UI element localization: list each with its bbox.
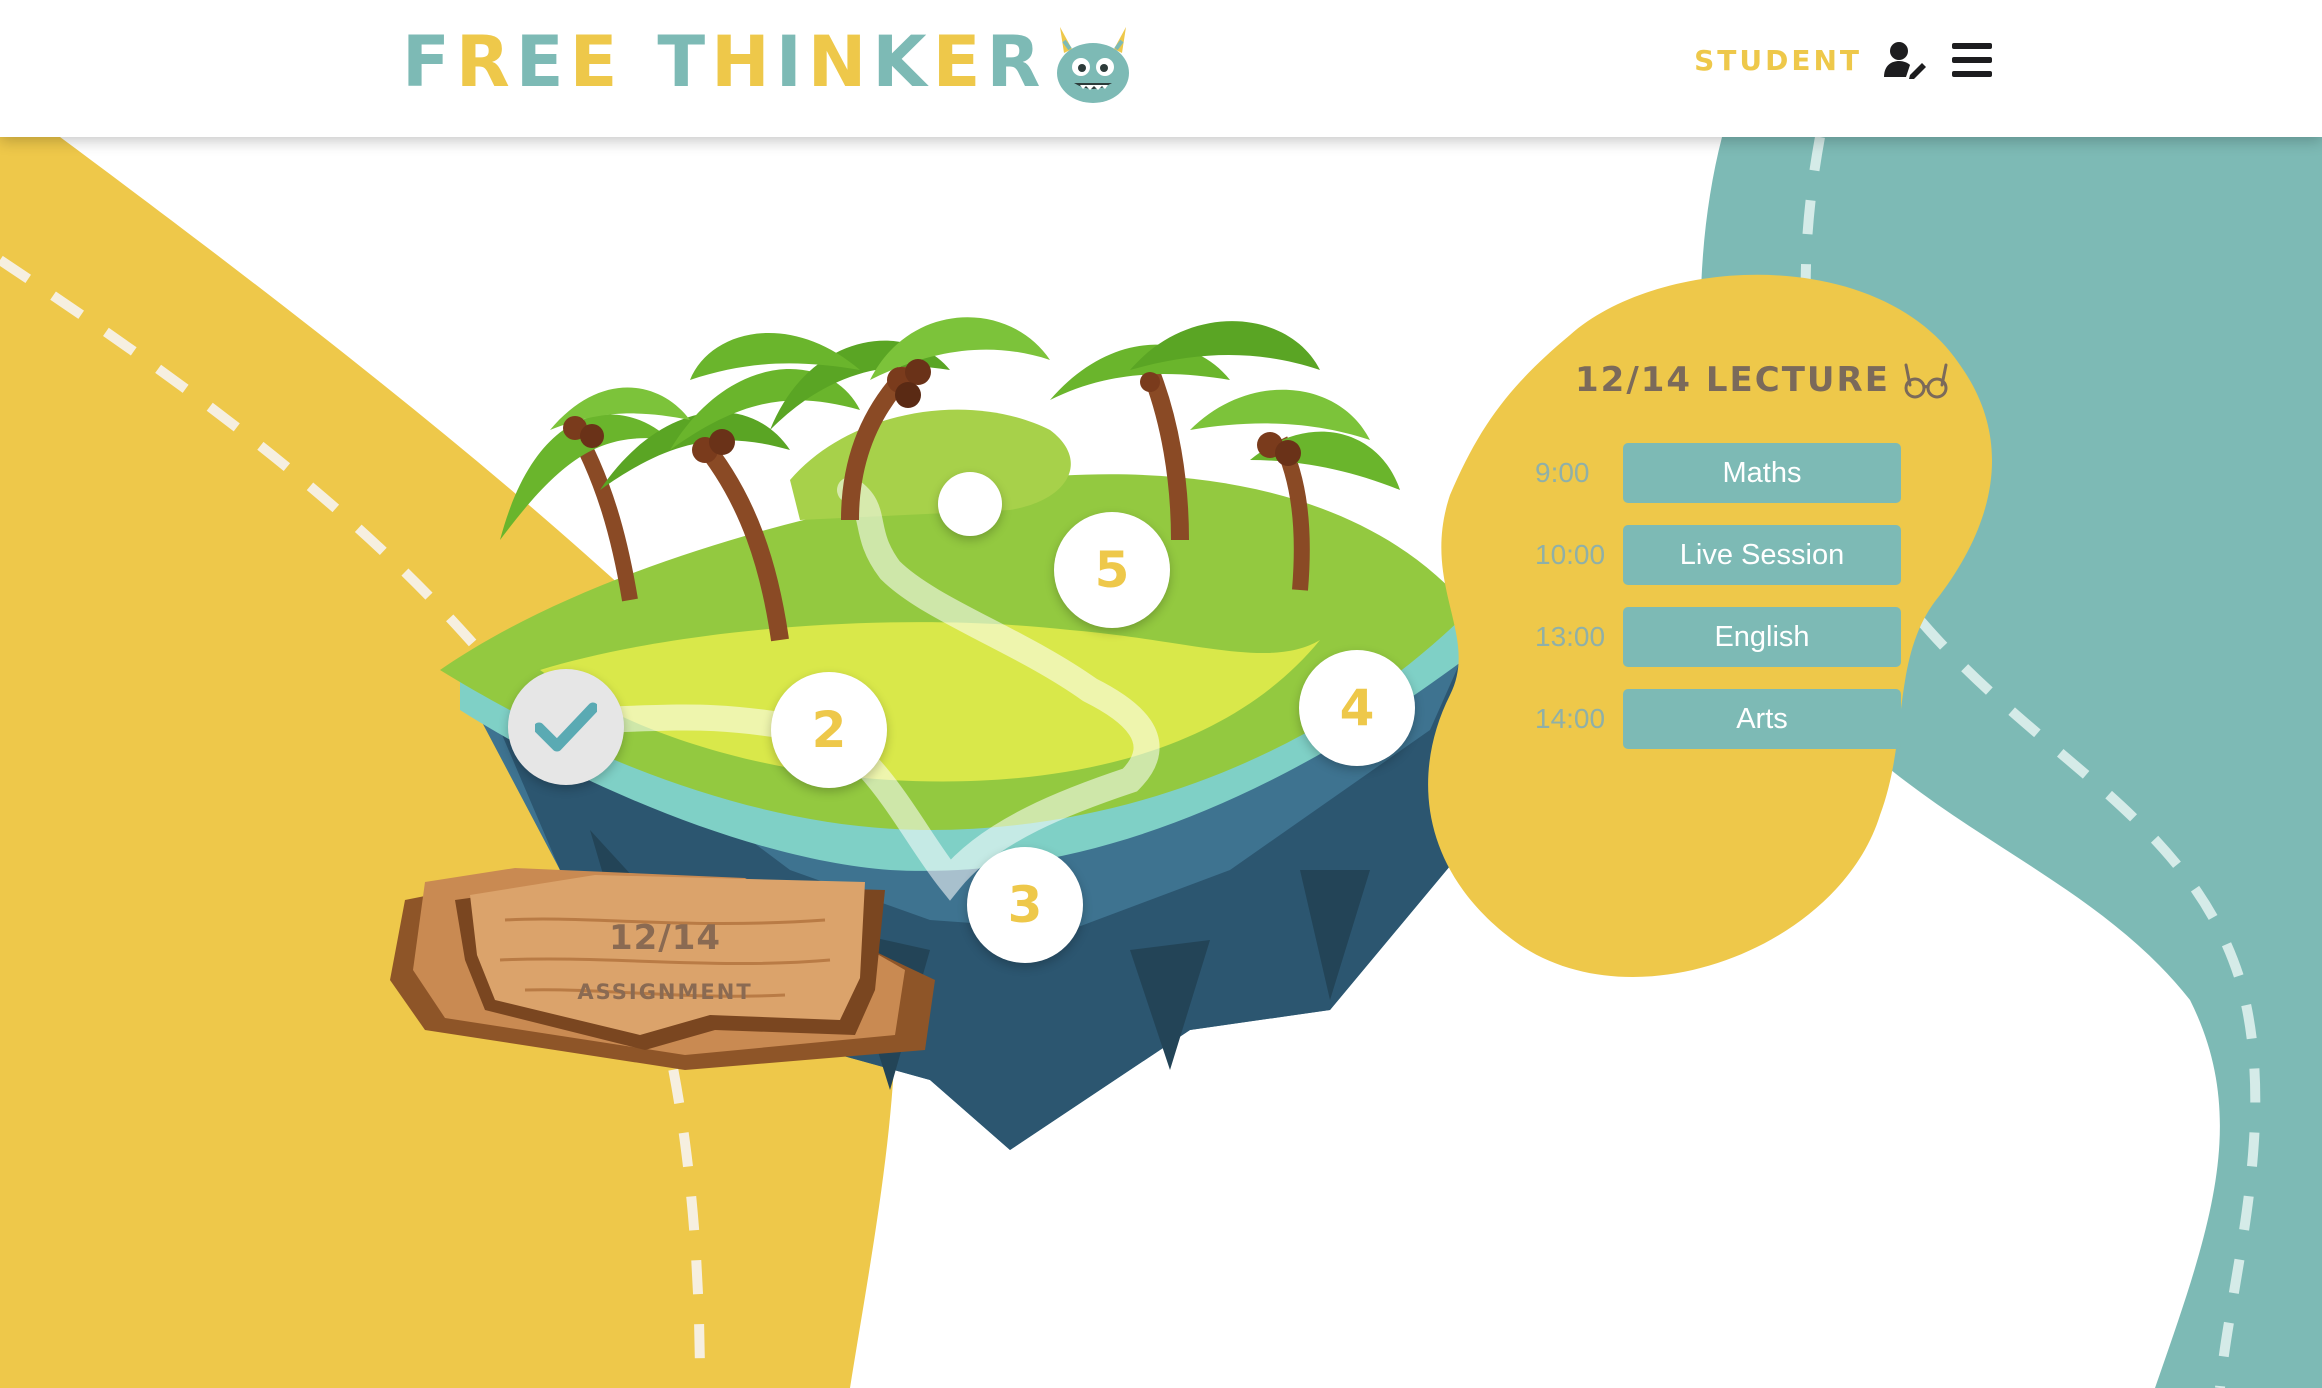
role-label: STUDENT [1694, 43, 1862, 77]
subject-button-maths[interactable]: Maths [1623, 443, 1901, 503]
monster-mascot-icon [1057, 27, 1130, 103]
schedule-row: 10:00 Live Session [1535, 514, 1901, 596]
stage-node-4[interactable]: 4 [1299, 650, 1415, 766]
stage-node-5[interactable]: 5 [1054, 512, 1170, 628]
stage-node-2[interactable]: 2 [771, 672, 887, 788]
logo-text: FREE THINKER [402, 27, 1046, 97]
lecture-title-text: 12/14 LECTURE [1575, 360, 1890, 400]
schedule-row: 9:00 Maths [1535, 432, 1901, 514]
lecture-title: 12/14 LECTURE [1575, 360, 1950, 400]
user-edit-icon[interactable] [1884, 41, 1926, 79]
stage-node-locked[interactable] [938, 472, 1002, 536]
logo-word-free: FREE [402, 21, 624, 103]
glasses-icon [1904, 363, 1948, 399]
schedule-row: 13:00 English [1535, 596, 1901, 678]
assignment-label: ASSIGNMENT [577, 980, 753, 1004]
checkmark-icon [535, 702, 597, 752]
assignment-date: 12/14 [608, 918, 722, 958]
logo-word-thinker: THINKER [657, 21, 1047, 103]
schedule-row: 14:00 Arts [1535, 678, 1901, 760]
subject-button-live-session[interactable]: Live Session [1623, 525, 1901, 585]
wooden-sign[interactable] [385, 860, 945, 1080]
user-area: STUDENT [1694, 30, 1992, 90]
lecture-schedule: 9:00 Maths 10:00 Live Session 13:00 Engl… [1535, 432, 1901, 760]
schedule-time: 14:00 [1535, 703, 1606, 734]
schedule-time: 10:00 [1535, 539, 1606, 570]
subject-button-arts[interactable]: Arts [1623, 689, 1901, 749]
logo[interactable]: FREE THINKER [402, 12, 1136, 112]
top-nav-bar: FREE THINKER STUDENT [0, 0, 2322, 137]
schedule-time: 13:00 [1535, 621, 1606, 652]
stage-node-1-completed[interactable] [508, 669, 624, 785]
stage-node-3[interactable]: 3 [967, 847, 1083, 963]
schedule-time: 9:00 [1535, 457, 1590, 488]
subject-button-english[interactable]: English [1623, 607, 1901, 667]
hamburger-menu-icon[interactable] [1952, 42, 1992, 78]
